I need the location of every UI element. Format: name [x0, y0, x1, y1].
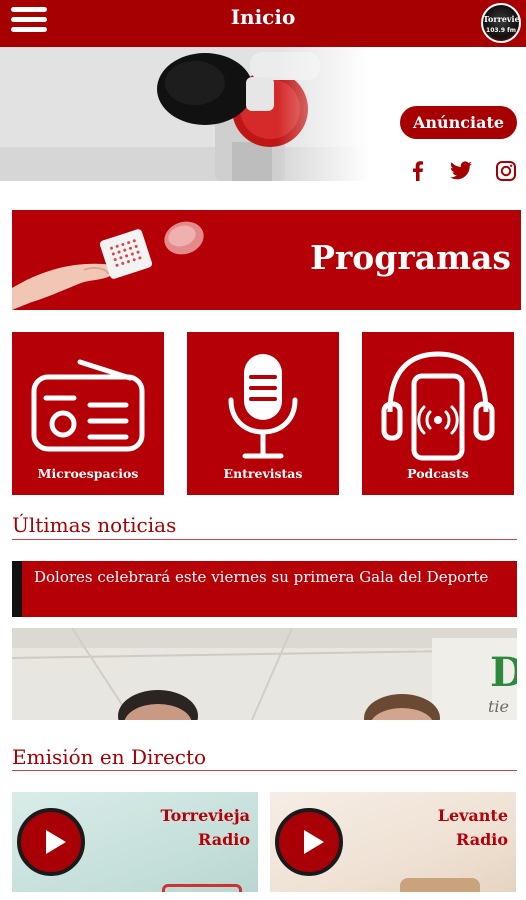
- station-logo[interactable]: Torrevieja 103.9 fm: [481, 3, 521, 43]
- news-item-image[interactable]: D tie: [12, 628, 517, 720]
- news-photo: D tie: [12, 628, 517, 720]
- radio-device-image: [162, 884, 242, 892]
- radio-icon: [31, 359, 145, 452]
- microphone-hero-image: [0, 47, 370, 181]
- tile-entrevistas[interactable]: Entrevistas: [187, 332, 339, 495]
- programas-title: Programas: [310, 238, 511, 277]
- station-name-line-1: Torrevieja: [160, 806, 251, 825]
- news-heading: Últimas noticias: [12, 513, 177, 537]
- live-station-name: Torrevieja Radio: [161, 804, 251, 852]
- news-item-title: Dolores celebrará este viernes su primer…: [34, 568, 489, 586]
- instagram-icon[interactable]: [494, 160, 518, 181]
- live-station-name: Levante Radio: [438, 804, 508, 852]
- page-title: Inicio: [230, 5, 296, 29]
- hero-banner: Anúnciate: [0, 47, 526, 181]
- play-icon: [46, 830, 66, 854]
- tile-podcasts[interactable]: Podcasts: [362, 332, 514, 495]
- top-app-bar: Inicio Torrevieja 103.9 fm: [0, 0, 526, 47]
- podcast-phone-icon: [381, 351, 495, 461]
- logo-line-2: 103.9 fm: [486, 27, 516, 34]
- play-icon: [304, 830, 324, 854]
- news-divider: [12, 539, 517, 540]
- station-name-line-2: Radio: [198, 830, 250, 849]
- microphone-icon: [228, 354, 298, 459]
- live-station-torrevieja[interactable]: Torrevieja Radio: [12, 792, 258, 892]
- twitter-icon[interactable]: [449, 160, 473, 181]
- station-name-line-2: Radio: [456, 830, 508, 849]
- programas-banner[interactable]: Programas: [12, 210, 521, 310]
- tile-label: Microespacios: [37, 466, 139, 481]
- tile-microespacios[interactable]: Microespacios: [12, 332, 164, 495]
- tile-label: Podcasts: [407, 466, 469, 481]
- vintage-radio-image: [400, 878, 480, 892]
- svg-text:tie: tie: [488, 697, 509, 716]
- logo-line-1: Torrevieja: [483, 14, 520, 24]
- hand-microphone-image: [12, 221, 204, 310]
- svg-text:D: D: [490, 649, 517, 696]
- anunciate-button[interactable]: Anúnciate: [400, 106, 517, 139]
- play-button[interactable]: [275, 808, 343, 876]
- station-name-line-1: Levante: [437, 806, 508, 825]
- tile-label: Entrevistas: [223, 466, 303, 481]
- news-item[interactable]: Dolores celebrará este viernes su primer…: [12, 561, 517, 617]
- play-button[interactable]: [17, 808, 85, 876]
- live-heading: Emisión en Directo: [12, 745, 207, 769]
- facebook-icon[interactable]: [406, 160, 430, 181]
- live-station-levante[interactable]: Levante Radio: [270, 792, 516, 892]
- live-divider: [12, 770, 517, 771]
